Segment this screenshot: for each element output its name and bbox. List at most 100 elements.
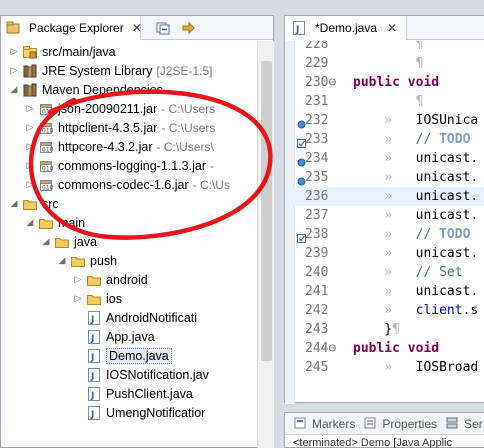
tree-item[interactable]: ◢ push xyxy=(57,251,118,270)
collapsed-arrow-icon[interactable]: ▷ xyxy=(25,118,35,137)
bottom-tab[interactable]: Markers xyxy=(293,416,355,432)
info-marker-icon[interactable] xyxy=(297,116,306,129)
servers-icon xyxy=(445,416,461,432)
expanded-arrow-icon[interactable]: ◢ xyxy=(57,251,67,270)
code-line[interactable]: 228 ¶ xyxy=(285,41,484,54)
tree-item[interactable]: J Demo.java xyxy=(73,346,172,365)
tree-item-label: Maven Dependencies xyxy=(42,82,163,97)
tree-item-decoration: - C:\Us xyxy=(192,177,230,192)
tree-item[interactable]: ▷ 010 httpcore-4.3.2.jar - C:\Users\ xyxy=(25,137,214,156)
task-marker-icon[interactable] xyxy=(297,135,306,148)
code-text: ¶ xyxy=(415,41,424,52)
code-text: » // Set xyxy=(384,265,463,280)
code-line[interactable]: 232 » IOSUnica xyxy=(285,111,484,130)
jar-icon: 010 xyxy=(38,101,54,117)
scrollbar-thumb[interactable] xyxy=(261,61,272,361)
collapsed-arrow-icon[interactable]: ▷ xyxy=(9,42,19,61)
tree-item[interactable]: J PushClient.java xyxy=(73,384,193,403)
tree-item[interactable]: ▷ ios xyxy=(73,289,122,308)
tree-item[interactable]: ◢ java xyxy=(41,232,97,251)
tree-item-label: PushClient.java xyxy=(106,386,193,401)
info-marker-icon[interactable] xyxy=(297,154,306,167)
java-file-icon: J xyxy=(86,348,102,364)
collapsed-arrow-icon[interactable]: ▷ xyxy=(9,61,19,80)
code-line[interactable]: 239 » unicast. xyxy=(285,244,484,263)
java-file-icon: J xyxy=(291,20,307,36)
tree-item-label: App.java xyxy=(106,329,155,344)
tree-item[interactable]: ▷ android xyxy=(73,270,148,289)
code-line[interactable]: 236 » unicast. xyxy=(285,187,484,206)
expanded-arrow-icon[interactable]: ◢ xyxy=(9,194,19,213)
code-text: » unicast. xyxy=(384,208,479,223)
svg-text:J: J xyxy=(90,391,94,401)
collapsed-arrow-icon[interactable]: ▷ xyxy=(73,270,83,289)
collapsed-arrow-icon[interactable]: ▷ xyxy=(73,289,83,308)
no-arrow xyxy=(73,308,83,327)
bottom-tab[interactable]: Ser xyxy=(445,416,483,432)
code-line[interactable]: 234 » unicast. xyxy=(285,149,484,168)
code-line[interactable]: 229 ¶ xyxy=(285,54,484,73)
package-explorer-view: Package Explorer ✕ ▷ src/main/java ▷ JRE Sy… xyxy=(0,15,274,448)
tree-scrollbar[interactable] xyxy=(257,41,274,448)
tree-item[interactable]: ◢ main xyxy=(25,213,86,232)
tree-item[interactable]: ◢ Maven Dependencies xyxy=(9,80,163,99)
collapsed-arrow-icon[interactable]: ▷ xyxy=(25,156,35,175)
tree-item[interactable]: ▷ 010 commons-logging-1.1.3.jar - xyxy=(25,156,214,175)
code-line[interactable]: 243 }¶ xyxy=(285,320,484,339)
tree-item[interactable]: J IOSNotification.jav xyxy=(73,365,209,384)
tab-package-explorer[interactable]: Package Explorer ✕ xyxy=(1,16,142,40)
code-line[interactable]: 231 ¶ xyxy=(285,92,484,111)
code-line[interactable]: 242 » client.s xyxy=(285,301,484,320)
expanded-arrow-icon[interactable]: ◢ xyxy=(41,232,51,251)
tree-item[interactable]: J UmengNotificatior xyxy=(73,403,205,422)
info-marker-icon[interactable] xyxy=(297,173,306,186)
tab-demo-java[interactable]: J *Demo.java ✕ xyxy=(285,16,407,40)
collapsed-arrow-icon[interactable]: ▷ xyxy=(25,137,35,156)
tree-item-label: IOSNotification.jav xyxy=(106,367,209,382)
bottom-tab-label: Properties xyxy=(382,416,438,431)
java-file-icon: J xyxy=(86,329,102,345)
line-number: 244⊖ xyxy=(305,341,337,356)
code-text: » client.s xyxy=(384,303,479,318)
code-line[interactable]: 233 » // TODO xyxy=(285,130,484,149)
code-line[interactable]: 237 » unicast. xyxy=(285,206,484,225)
tree-item[interactable]: ▷ 010 commons-codec-1.6.jar - C:\Us xyxy=(25,175,230,194)
java-file-icon: J xyxy=(86,405,102,421)
no-arrow xyxy=(73,384,83,403)
collapsed-arrow-icon[interactable]: ▷ xyxy=(25,175,35,194)
bottom-tab[interactable]: Properties xyxy=(363,416,437,432)
collapse-all-icon[interactable] xyxy=(154,19,172,37)
tree-item[interactable]: ▷ src/main/java xyxy=(9,42,116,61)
tree-item[interactable]: ▷ JRE System Library [J2SE-1.5] xyxy=(9,61,213,80)
link-with-editor-icon[interactable] xyxy=(180,19,198,37)
code-text: » unicast. xyxy=(384,284,479,299)
tree-item-label: UmengNotificatior xyxy=(106,405,206,420)
tree-item[interactable]: ▷ 010 httpclient-4.3.5.jar - C:\Users xyxy=(25,118,216,137)
close-icon[interactable]: ✕ xyxy=(387,21,397,35)
code-line[interactable]: 230⊖ public void xyxy=(285,73,484,92)
tree-item-label: Demo.java xyxy=(106,347,172,364)
close-icon[interactable]: ✕ xyxy=(132,21,142,35)
line-number: 229 xyxy=(305,56,329,71)
view-tab-bar: Package Explorer ✕ xyxy=(1,16,273,40)
tree-item[interactable]: J AndroidNotificati xyxy=(73,308,197,327)
code-text: ¶ xyxy=(415,56,424,71)
collapsed-arrow-icon[interactable]: ▷ xyxy=(25,99,35,118)
tree-item[interactable]: J App.java xyxy=(73,327,155,346)
expanded-arrow-icon[interactable]: ◢ xyxy=(25,213,35,232)
task-marker-icon[interactable] xyxy=(297,230,306,243)
tree-item-label: src/main/java xyxy=(42,44,116,59)
code-line[interactable]: 238 » // TODO xyxy=(285,225,484,244)
svg-text:J: J xyxy=(90,353,94,363)
java-editor: J *Demo.java ✕ 228 ¶ 229 ¶ 230⊖ public void… xyxy=(284,15,484,404)
code-line[interactable]: 244⊖ public void xyxy=(285,339,484,358)
code-line[interactable]: 235 » unicast. xyxy=(285,168,484,187)
expanded-arrow-icon[interactable]: ◢ xyxy=(9,80,19,99)
tree-item[interactable]: ▷ 010 json-20090211.jar - C:\Users xyxy=(25,99,216,118)
code-area[interactable]: 228 ¶ 229 ¶ 230⊖ public void 231 ¶ 232 » IOS… xyxy=(285,41,484,404)
svg-text:J: J xyxy=(90,410,94,420)
code-line[interactable]: 245 » IOSBroad xyxy=(285,358,484,377)
tree-item[interactable]: ◢ src xyxy=(9,194,59,213)
code-line[interactable]: 241 » unicast. xyxy=(285,282,484,301)
code-line[interactable]: 240 » // Set xyxy=(285,263,484,282)
